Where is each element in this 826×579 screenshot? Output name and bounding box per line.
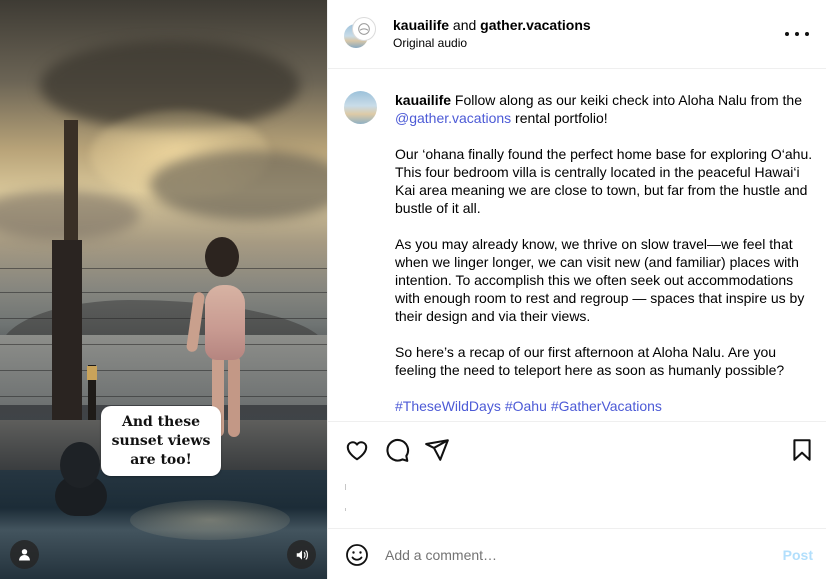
caption-text-segment: rental portfolio! (511, 110, 608, 126)
child-swimsuit (205, 285, 245, 360)
railing-wire (0, 344, 327, 345)
author-link[interactable]: gather.vacations (480, 17, 591, 33)
smiley-icon (346, 544, 368, 566)
save-button[interactable] (789, 437, 815, 463)
share-button[interactable] (424, 437, 450, 463)
post-comment-button[interactable]: Post (783, 547, 813, 563)
hashtag-link[interactable]: #GatherVacations (551, 398, 662, 414)
loading-placeholder (345, 508, 346, 511)
mute-toggle-button[interactable] (287, 540, 316, 569)
sticker-line: And these (121, 413, 201, 430)
avatar[interactable] (352, 17, 376, 41)
wooden-post (52, 240, 82, 450)
caption-text-segment: Follow along as our keiki check into Alo… (451, 92, 802, 108)
send-icon (425, 439, 449, 461)
avatar[interactable] (344, 91, 377, 124)
text-sticker: And these sunset views are too! (101, 406, 221, 476)
caption-username[interactable]: kauailife (395, 92, 451, 108)
cloud (150, 150, 327, 220)
swimming-child-head (60, 442, 100, 488)
child-leg (228, 355, 240, 437)
more-options-button[interactable] (785, 26, 809, 42)
child-head (205, 237, 239, 277)
lamp-light (87, 366, 97, 380)
mention-link[interactable]: @gather.vacations (395, 110, 511, 126)
caption-paragraph: As you may already know, we thrive on sl… (395, 236, 805, 324)
action-bar (328, 421, 826, 477)
railing-wire (0, 370, 327, 371)
railing-wire (0, 292, 327, 293)
like-button[interactable] (344, 437, 370, 463)
brand-logo-icon (358, 23, 370, 35)
comment-bar: Post (328, 528, 826, 579)
comment-icon (386, 438, 410, 462)
railing-wire (0, 318, 327, 319)
bookmark-icon (793, 439, 811, 461)
sticker-line: sunset views (111, 432, 211, 449)
more-horizontal-icon (795, 32, 799, 36)
person-icon (19, 549, 30, 561)
caption-paragraph: Our ‘ohana finally found the perfect hom… (395, 146, 813, 216)
author-joiner: and (449, 17, 481, 33)
railing-wire (0, 268, 327, 269)
comment-input[interactable] (385, 544, 765, 566)
caption-area: kauailife Follow along as our keiki chec… (328, 69, 826, 421)
tagged-users-button[interactable] (10, 540, 39, 569)
hashtags: #TheseWildDays #Oahu #GatherVacations (395, 397, 815, 415)
water-reflection (130, 500, 290, 540)
post-panel: kauailife and gather.vacations Original … (327, 0, 826, 579)
loading-placeholder (345, 484, 346, 490)
speaker-icon (296, 549, 308, 560)
post-authors: kauailife and gather.vacations (393, 16, 591, 34)
hashtag-link[interactable]: #Oahu (505, 398, 547, 414)
post-header: kauailife and gather.vacations Original … (328, 0, 826, 69)
railing-wire (0, 396, 327, 397)
tiki-torch-pole (64, 120, 78, 250)
more-horizontal-icon (785, 32, 789, 36)
caption-text: kauailife Follow along as our keiki chec… (395, 91, 815, 421)
hashtag-link[interactable]: #TheseWildDays (395, 398, 501, 414)
more-horizontal-icon (805, 32, 809, 36)
comment-button[interactable] (384, 437, 410, 463)
author-link[interactable]: kauailife (393, 17, 449, 33)
post-media[interactable]: And these sunset views are too! (0, 0, 327, 579)
audio-link[interactable]: Original audio (393, 35, 467, 51)
emoji-button[interactable] (345, 543, 369, 567)
caption-paragraph: So here’s a recap of our first afternoon… (395, 344, 785, 378)
sticker-line: are too! (130, 451, 192, 468)
heart-icon (346, 441, 368, 461)
